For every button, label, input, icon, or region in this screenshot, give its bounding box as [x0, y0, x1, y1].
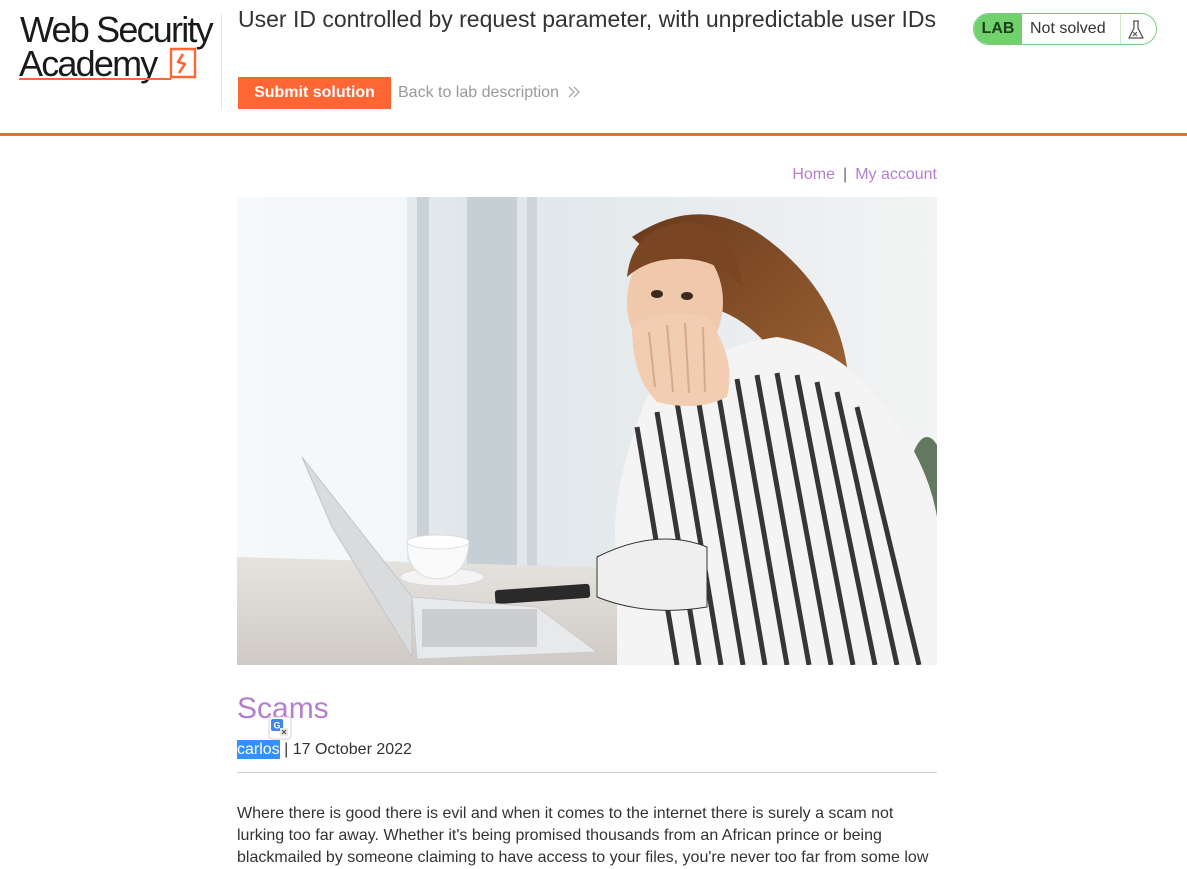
google-translate-icon[interactable]: G — [268, 716, 292, 740]
academy-logo-mark-icon — [169, 47, 197, 79]
svg-text:G: G — [273, 721, 280, 731]
post-byline: carlos | 17 October 2022 — [237, 740, 412, 760]
double-chevron-right-icon — [568, 86, 581, 98]
lab-widget-separator — [1120, 14, 1121, 44]
byline-separator: | — [279, 741, 293, 758]
logo-underline — [19, 78, 171, 80]
post-date: 17 October 2022 — [292, 741, 412, 758]
post-body: Where there is good there is evil and wh… — [237, 805, 929, 866]
byline-divider — [237, 772, 937, 773]
nav-my-account-link[interactable]: My account — [855, 166, 937, 183]
lab-header: Web Security Academy User ID controlled … — [0, 0, 1187, 136]
back-link-label: Back to lab description — [398, 84, 559, 101]
lab-status-widget: LAB Not solved — [973, 13, 1157, 45]
hero-illustration — [237, 197, 937, 665]
flask-icon — [1128, 20, 1144, 39]
top-nav: Home | My account — [237, 165, 937, 185]
lab-title: User ID controlled by request parameter,… — [238, 6, 936, 32]
nav-separator: | — [843, 166, 848, 183]
nav-home-link[interactable]: Home — [792, 166, 835, 183]
post-author[interactable]: carlos — [237, 740, 280, 759]
post-hero-image — [237, 197, 937, 665]
lab-status-text: Not solved — [1030, 20, 1106, 37]
submit-solution-button[interactable]: Submit solution — [238, 77, 391, 109]
back-to-lab-description-link[interactable]: Back to lab description — [398, 83, 581, 103]
web-security-academy-logo[interactable]: Web Security Academy — [19, 10, 219, 88]
lab-badge: LAB — [974, 14, 1022, 44]
header-divider — [221, 14, 222, 110]
